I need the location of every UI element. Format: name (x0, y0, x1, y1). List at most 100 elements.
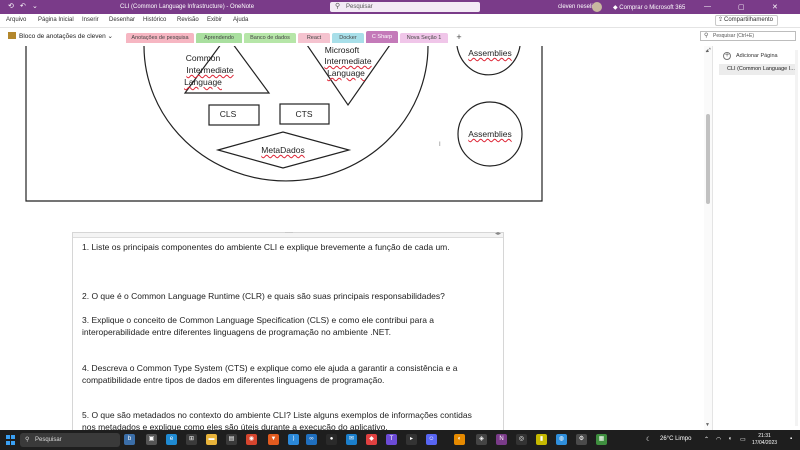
volume-icon[interactable]: ◖ (728, 436, 732, 442)
app2-icon[interactable]: ◐ (454, 434, 465, 445)
mail-icon[interactable]: ✉ (346, 434, 357, 445)
app4-icon[interactable]: ◎ (516, 434, 527, 445)
github-icon[interactable]: ● (326, 434, 337, 445)
scrollbar-thumb[interactable] (706, 114, 710, 204)
scroll-down-icon[interactable]: ▼ (705, 422, 710, 428)
menu-inserir[interactable]: Inserir (82, 17, 99, 23)
quick-access-dropdown-icon[interactable]: ⌄ (32, 3, 38, 11)
buy-label: Comprar o Microsoft 365 (619, 5, 686, 11)
section-tab-banco-de-dados[interactable]: Banco de dados (244, 33, 296, 43)
notebook-picker[interactable]: Bloco de anotações de cleven ⌄ (8, 32, 113, 40)
pages-pane-scrollbar[interactable] (795, 50, 798, 426)
minimize-icon[interactable]: — (704, 3, 711, 10)
section-tab-aprendendo[interactable]: Aprendendo (196, 33, 242, 43)
weather-text[interactable]: 26°C Limpo (660, 436, 691, 442)
edge-icon[interactable]: e (166, 434, 177, 445)
menu-arquivo[interactable]: Arquivo (6, 17, 26, 23)
share-button[interactable]: ⇪ Compartilhamento (715, 15, 779, 26)
question-5-text-line1: 5. O que são metadados no contexto do am… (82, 410, 472, 420)
page-scrollbar[interactable]: ▲ ▼ (704, 46, 712, 430)
taskbar-search[interactable]: ⚲ Pesquisar (20, 433, 120, 447)
notification-icon[interactable]: ▪ (790, 436, 792, 442)
menu-historico[interactable]: Histórico (143, 17, 166, 23)
container-drag-handle[interactable]: ···· ◂▸ (73, 230, 503, 238)
section-tab-docker[interactable]: Docker (332, 33, 364, 43)
title-search-box[interactable]: ⚲ Pesquisar (330, 2, 480, 12)
assemblies-label-bottom: Assemblies (468, 129, 512, 139)
notebook-icon (8, 32, 16, 39)
inv-triangle-label-language: Language (327, 68, 365, 78)
chrome-icon[interactable]: ◉ (246, 434, 257, 445)
onenote-icon[interactable]: N (496, 434, 507, 445)
menu-ajuda[interactable]: Ajuda (233, 17, 248, 23)
ribbon-menu-bar: Arquivo Página Inicial Inserir Desenhar … (0, 14, 800, 28)
buy-microsoft365-link[interactable]: ◆ Comprar o Microsoft 365 (613, 4, 685, 11)
question-1: 1. Liste os principais componentes do am… (82, 241, 492, 253)
share-label: Compartilhamento (724, 17, 774, 23)
question-4: 4. Descreva o Common Type System (CTS) e… (82, 362, 492, 386)
wifi-icon[interactable]: ◠ (716, 436, 721, 443)
title-bar: ⟲ ↶ ⌄ CLI (Common Language Infrastructur… (0, 0, 800, 14)
maximize-icon[interactable]: ▢ (738, 3, 745, 11)
discord-icon[interactable]: ☺ (426, 434, 437, 445)
taskbar-search-label: Pesquisar (35, 437, 62, 443)
section-tab-anotacoes[interactable]: Anotações de pesquisa (126, 33, 194, 43)
app6-icon[interactable]: ◍ (556, 434, 567, 445)
close-icon[interactable]: ✕ (772, 3, 778, 11)
question-3-text-line2: interoperabilidade entre diferentes ling… (82, 327, 392, 337)
question-2: 2. O que é o Common Language Runtime (CL… (82, 290, 492, 302)
notebook-name: Bloco de anotações de cleven (19, 33, 106, 40)
task-view-icon[interactable]: ▣ (146, 434, 157, 445)
pages-pane: ⤢ + Adicionar Página CLI (Common Language… (706, 46, 800, 430)
vscode-icon[interactable]: ⟩ (288, 434, 299, 445)
teams-icon[interactable]: T (386, 434, 397, 445)
section-tab-react[interactable]: React (298, 33, 330, 43)
store-icon[interactable]: ▤ (226, 434, 237, 445)
assemblies-label-top: Assemblies (468, 48, 512, 58)
triangle-label-language: Language (184, 77, 222, 87)
section-tab-nova-secao[interactable]: Nova Seção 1 (400, 33, 448, 43)
menu-pagina-inicial[interactable]: Página Inicial (38, 17, 74, 23)
inv-triangle-label-intermediate: Intermediate (324, 56, 372, 66)
question-5-text-line2: nos metadados e explique como eles são ú… (82, 422, 388, 430)
app3-icon[interactable]: ◈ (476, 434, 487, 445)
app8-icon[interactable]: ▦ (596, 434, 607, 445)
back-icon[interactable]: ⟲ (8, 3, 14, 11)
brave-icon[interactable]: ▼ (268, 434, 279, 445)
resize-arrows-icon[interactable]: ◂▸ (495, 230, 501, 237)
app5-icon[interactable]: ▮ (536, 434, 547, 445)
expand-pane-icon[interactable]: ⤢ (706, 48, 711, 55)
menu-exibir[interactable]: Exibir (207, 17, 222, 23)
windows-icon[interactable]: ⊞ (186, 434, 197, 445)
menu-desenhar[interactable]: Desenhar (109, 17, 135, 23)
clock[interactable]: 21:31 17/04/2023 (752, 433, 777, 447)
menu-revisao[interactable]: Revisão (177, 17, 199, 23)
text-cursor-icon: I (439, 142, 441, 148)
battery-icon[interactable]: ▭ (740, 436, 746, 443)
tray-overflow-icon[interactable]: ⌃ (704, 436, 709, 443)
question-4-text-line1: 4. Descreva o Common Type System (CTS) e… (82, 363, 458, 373)
section-tab-c-sharp[interactable]: C Sharp (366, 31, 398, 43)
add-page-button[interactable]: + Adicionar Página (723, 52, 778, 60)
undo-icon[interactable]: ↶ (20, 3, 26, 11)
search-icon: ⚲ (704, 33, 709, 39)
add-section-button[interactable]: + (452, 32, 466, 43)
app-icon[interactable]: ◆ (366, 434, 377, 445)
user-avatar[interactable] (592, 2, 602, 12)
file-explorer-icon[interactable]: ▬ (206, 434, 217, 445)
inv-triangle-label-microsoft: Microsoft (324, 46, 360, 55)
terminal-icon[interactable]: ▸ (406, 434, 417, 445)
visual-studio-icon[interactable]: ∞ (306, 434, 317, 445)
metadados-label: MetaDados (261, 145, 305, 155)
windows-start-icon[interactable] (6, 435, 16, 445)
page-search-box[interactable]: ⚲ Pesquisar (Ctrl+E) (700, 31, 796, 41)
note-container[interactable]: ···· ◂▸ 1. Liste os principais component… (72, 230, 504, 430)
page-list-item[interactable]: CLI (Common Language I... (719, 64, 797, 75)
user-name[interactable]: cleven neselio (558, 4, 596, 10)
plus-icon: + (723, 52, 731, 60)
app7-icon[interactable]: ⚙ (576, 434, 587, 445)
bing-icon[interactable]: b (124, 434, 135, 445)
weather-icon[interactable]: ☾ (646, 436, 651, 443)
question-2-text: 2. O que é o Common Language Runtime (CL… (82, 291, 445, 301)
page-canvas[interactable]: Common Intermediate Language Microsoft I… (0, 46, 712, 430)
